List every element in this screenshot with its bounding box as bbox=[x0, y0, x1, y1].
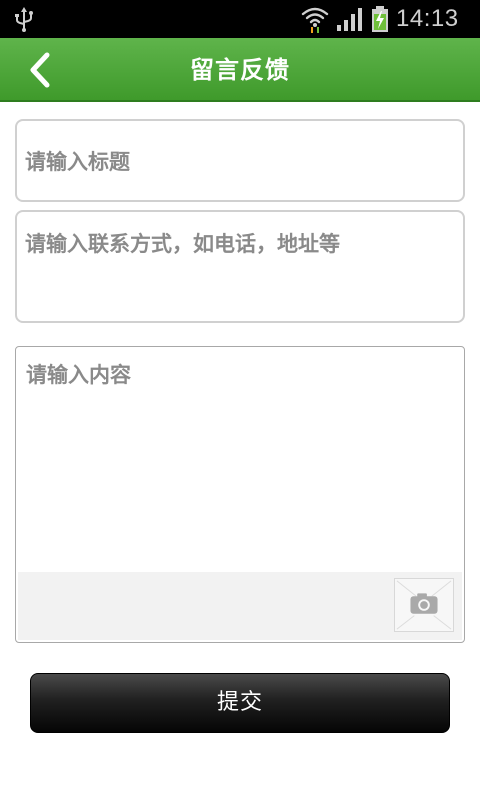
title-input[interactable]: 请输入标题 bbox=[15, 119, 465, 202]
status-bar: 14:13 bbox=[0, 0, 480, 38]
content-placeholder: 请输入内容 bbox=[26, 363, 131, 387]
battery-charging-icon bbox=[372, 6, 388, 32]
camera-icon bbox=[396, 580, 452, 630]
title-placeholder: 请输入标题 bbox=[25, 150, 130, 174]
submit-button[interactable]: 提交 bbox=[30, 673, 450, 733]
status-time: 14:13 bbox=[396, 5, 459, 32]
wifi-icon bbox=[301, 7, 329, 33]
usb-icon bbox=[15, 7, 33, 32]
page-title: 留言反馈 bbox=[190, 56, 290, 84]
contact-placeholder: 请输入联系方式，如电话，地址等 bbox=[25, 232, 340, 256]
add-photo-button[interactable] bbox=[394, 578, 454, 632]
signal-icon bbox=[337, 8, 362, 31]
contact-input[interactable]: 请输入联系方式，如电话，地址等 bbox=[15, 210, 465, 323]
app-header: 留言反馈 bbox=[0, 38, 480, 102]
chevron-left-icon bbox=[30, 52, 50, 88]
content-textarea[interactable]: 请输入内容 bbox=[15, 346, 465, 643]
back-button[interactable] bbox=[20, 48, 60, 92]
attachment-bar bbox=[18, 572, 462, 640]
